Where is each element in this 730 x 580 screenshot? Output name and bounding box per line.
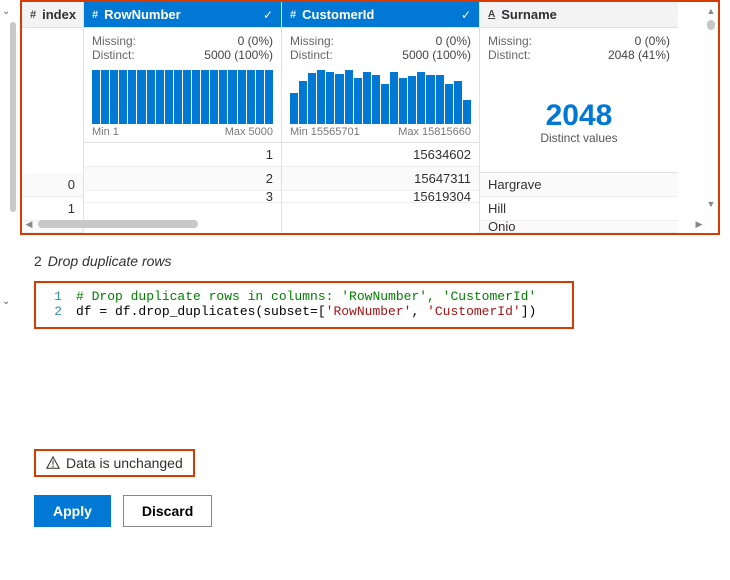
cell-rownumber: 2 — [84, 171, 281, 186]
number-type-icon: # — [92, 9, 98, 21]
histogram-range: Min 1 Max 5000 — [84, 124, 281, 143]
data-preview-panel: # index .. 0 1 # RowNumber ✓ — [20, 0, 720, 235]
vertical-scrollbar[interactable]: ▲ ▼ — [706, 6, 716, 209]
cell-customerid: 15647311 — [282, 171, 479, 186]
number-type-icon: # — [30, 9, 36, 21]
cell-rownumber: 1 — [84, 147, 281, 162]
cell-surname: Hargrave — [480, 177, 678, 192]
step-title: 2Drop duplicate rows — [34, 253, 720, 269]
column-header-customerid[interactable]: # CustomerId ✓ — [282, 2, 479, 28]
status-message: Data is unchanged — [34, 449, 195, 477]
apply-button[interactable]: Apply — [34, 495, 111, 527]
column-stats: Missing:0 (0%) Distinct:5000 (100%) — [282, 28, 479, 66]
line-number: 2 — [42, 304, 62, 319]
column-header-index[interactable]: # index — [22, 2, 83, 28]
column-label: Surname — [501, 7, 670, 22]
number-type-icon: # — [290, 9, 296, 21]
scrollbar-thumb[interactable] — [38, 220, 198, 228]
text-type-icon: A — [488, 9, 495, 20]
scroll-right-icon[interactable]: ▶ — [694, 219, 704, 229]
code-text: df = df.drop_duplicates(subset=['RowNumb… — [76, 304, 536, 319]
checkmark-icon: ✓ — [263, 8, 273, 22]
status-text: Data is unchanged — [66, 455, 183, 471]
discard-button[interactable]: Discard — [123, 495, 212, 527]
checkmark-icon: ✓ — [461, 8, 471, 22]
distinct-count-value: 2048 — [546, 99, 613, 133]
cell-surname: Hill — [480, 201, 678, 216]
gutter-chevron-icon: ⌄ — [2, 6, 10, 17]
scroll-up-icon[interactable]: ▲ — [706, 6, 716, 16]
column-stats: Missing:0 (0%) Distinct:2048 (41%) — [480, 28, 678, 66]
scroll-down-icon[interactable]: ▼ — [706, 199, 716, 209]
column-label: index — [42, 7, 76, 22]
cell-index: 0 — [22, 177, 83, 192]
histogram-customerid — [282, 66, 479, 124]
code-comment: # Drop duplicate rows in columns: 'RowNu… — [76, 289, 536, 304]
column-header-rownumber[interactable]: # RowNumber ✓ — [84, 2, 281, 28]
horizontal-scrollbar[interactable]: ◀ ▶ — [24, 217, 704, 231]
histogram-rownumber — [84, 66, 281, 124]
gutter-bar[interactable] — [10, 22, 16, 212]
histogram-range: Min 15565701 Max 15815660 — [282, 124, 479, 143]
warning-icon — [46, 456, 60, 470]
code-editor[interactable]: 1 # Drop duplicate rows in columns: 'Row… — [34, 281, 574, 329]
gutter-chevron-icon: ⌄ — [2, 296, 10, 307]
column-label: RowNumber — [104, 7, 257, 22]
column-stats: Missing:0 (0%) Distinct:5000 (100%) — [84, 28, 281, 66]
distinct-count-label: Distinct values — [540, 131, 617, 145]
line-number: 1 — [42, 289, 62, 304]
scrollbar-thumb[interactable] — [707, 20, 715, 30]
scroll-left-icon[interactable]: ◀ — [24, 219, 34, 229]
column-header-surname[interactable]: A Surname — [480, 2, 678, 28]
cell-customerid: 15634602 — [282, 147, 479, 162]
column-label: CustomerId — [302, 7, 455, 22]
cell-index: 1 — [22, 201, 83, 216]
